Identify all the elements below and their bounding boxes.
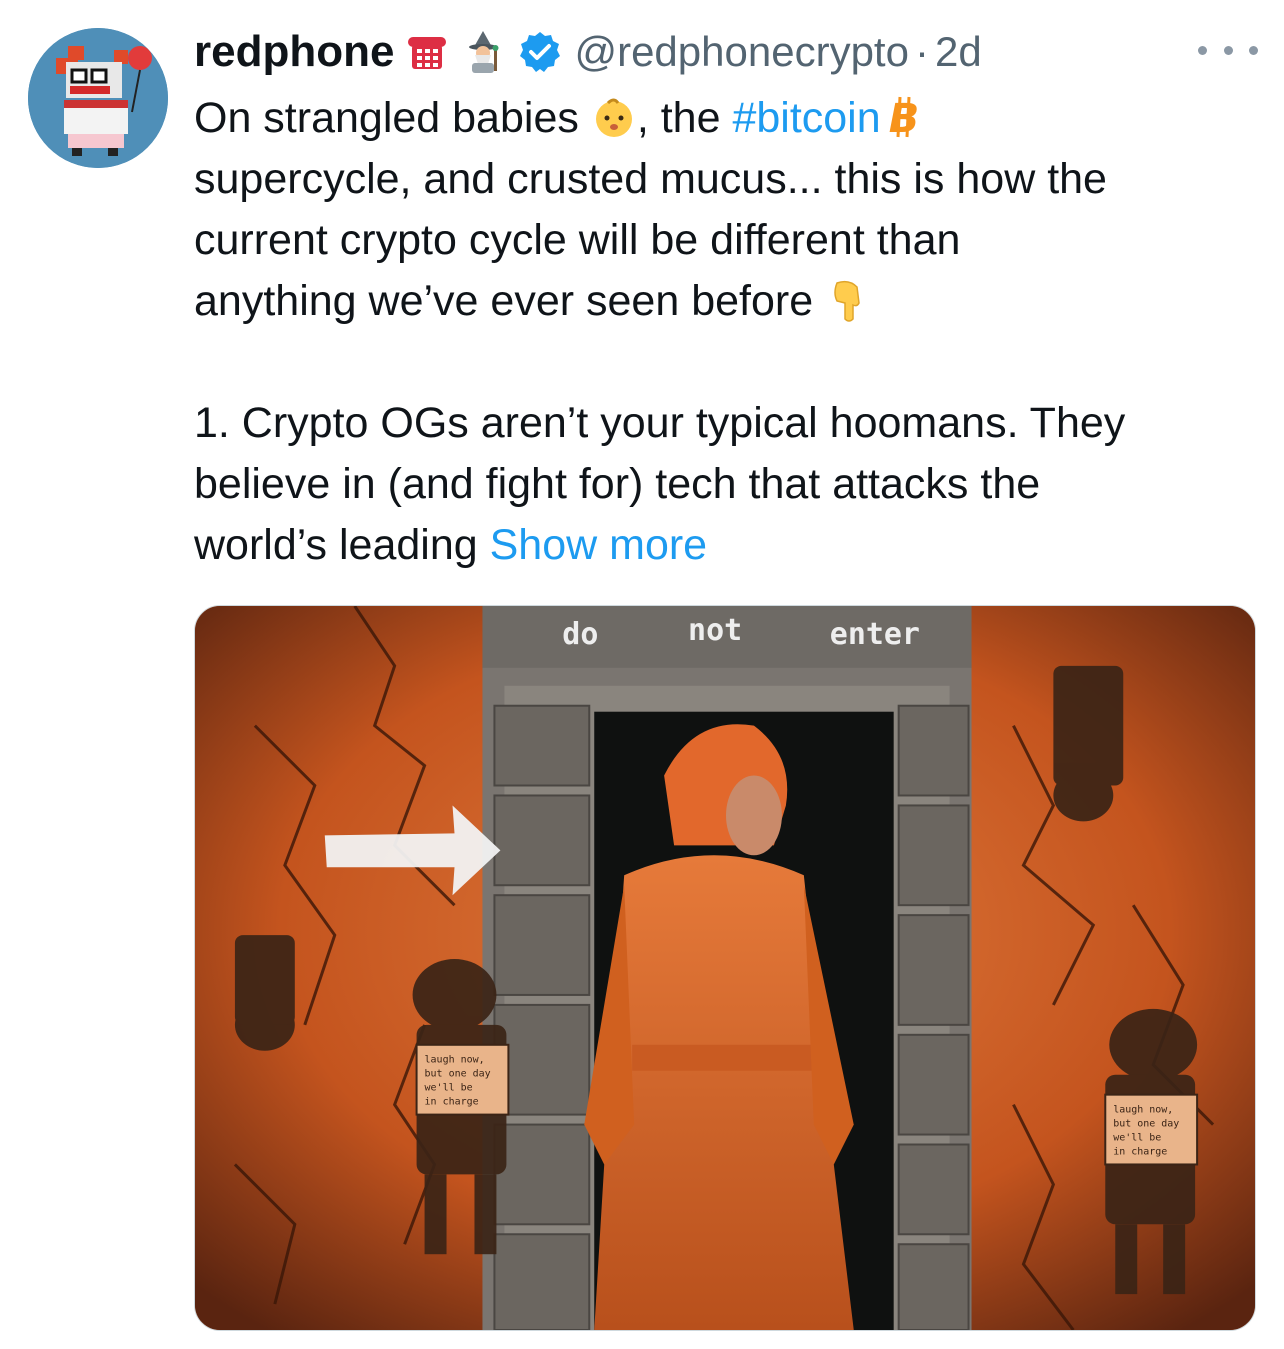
text-line: anything we’ve ever seen before [194, 271, 1264, 332]
tweet-image[interactable]: do not enter laugh now, but one day we'l… [194, 605, 1256, 1331]
sign-word-enter: enter [830, 617, 920, 652]
timestamp[interactable]: 2d [935, 28, 982, 76]
stencil-line: but one day [425, 1069, 491, 1080]
avatar[interactable] [28, 28, 168, 168]
hashtag-bitcoin-link[interactable]: #bitcoin [732, 94, 880, 142]
sign-word-not: not [688, 613, 742, 648]
stencil-line: in charge [1113, 1146, 1167, 1157]
tweet-text: On strangled babies , the #bitcoin B supe… [194, 88, 1264, 576]
stencil-line: in charge [425, 1097, 479, 1108]
stencil-line: we'll be [425, 1083, 473, 1094]
stencil-line: we'll be [1113, 1133, 1161, 1144]
sign-word-do: do [562, 617, 598, 652]
text-line: current crypto cycle will be different t… [194, 216, 961, 264]
stencil-line: laugh now, [1113, 1105, 1173, 1116]
text-line: believe in (and fight for) tech that att… [194, 460, 1041, 508]
tweet-header: redphone @redphonecrypto · 2d [194, 22, 982, 82]
svg-text:B: B [888, 96, 919, 140]
stencil-line: laugh now, [425, 1055, 485, 1066]
separator-dot: · [914, 28, 929, 75]
handle[interactable]: @redphonecrypto [574, 28, 909, 76]
text-line: supercycle, and crusted mucus... this is… [194, 155, 1107, 203]
baby-emoji-icon [591, 94, 637, 140]
text-line: 1. Crypto OGs aren’t your typical hooman… [194, 399, 1126, 447]
verified-badge-icon [518, 30, 562, 74]
pointing-down-emoji-icon [825, 277, 871, 323]
telephone-emoji-icon [404, 29, 450, 75]
text-line: On strangled babies , the #bitcoin B [194, 88, 1264, 149]
display-name[interactable]: redphone [194, 27, 394, 77]
bitcoin-icon[interactable]: B [881, 94, 927, 140]
stencil-line: but one day [1113, 1119, 1179, 1130]
text-line: world’s leading Show more [194, 521, 708, 569]
tweet[interactable]: redphone @redphonecrypto · 2d On strangl… [0, 0, 1284, 1349]
mage-emoji-icon [460, 29, 506, 75]
more-options-icon[interactable] [1198, 38, 1258, 62]
show-more-link[interactable]: Show more [490, 521, 707, 569]
